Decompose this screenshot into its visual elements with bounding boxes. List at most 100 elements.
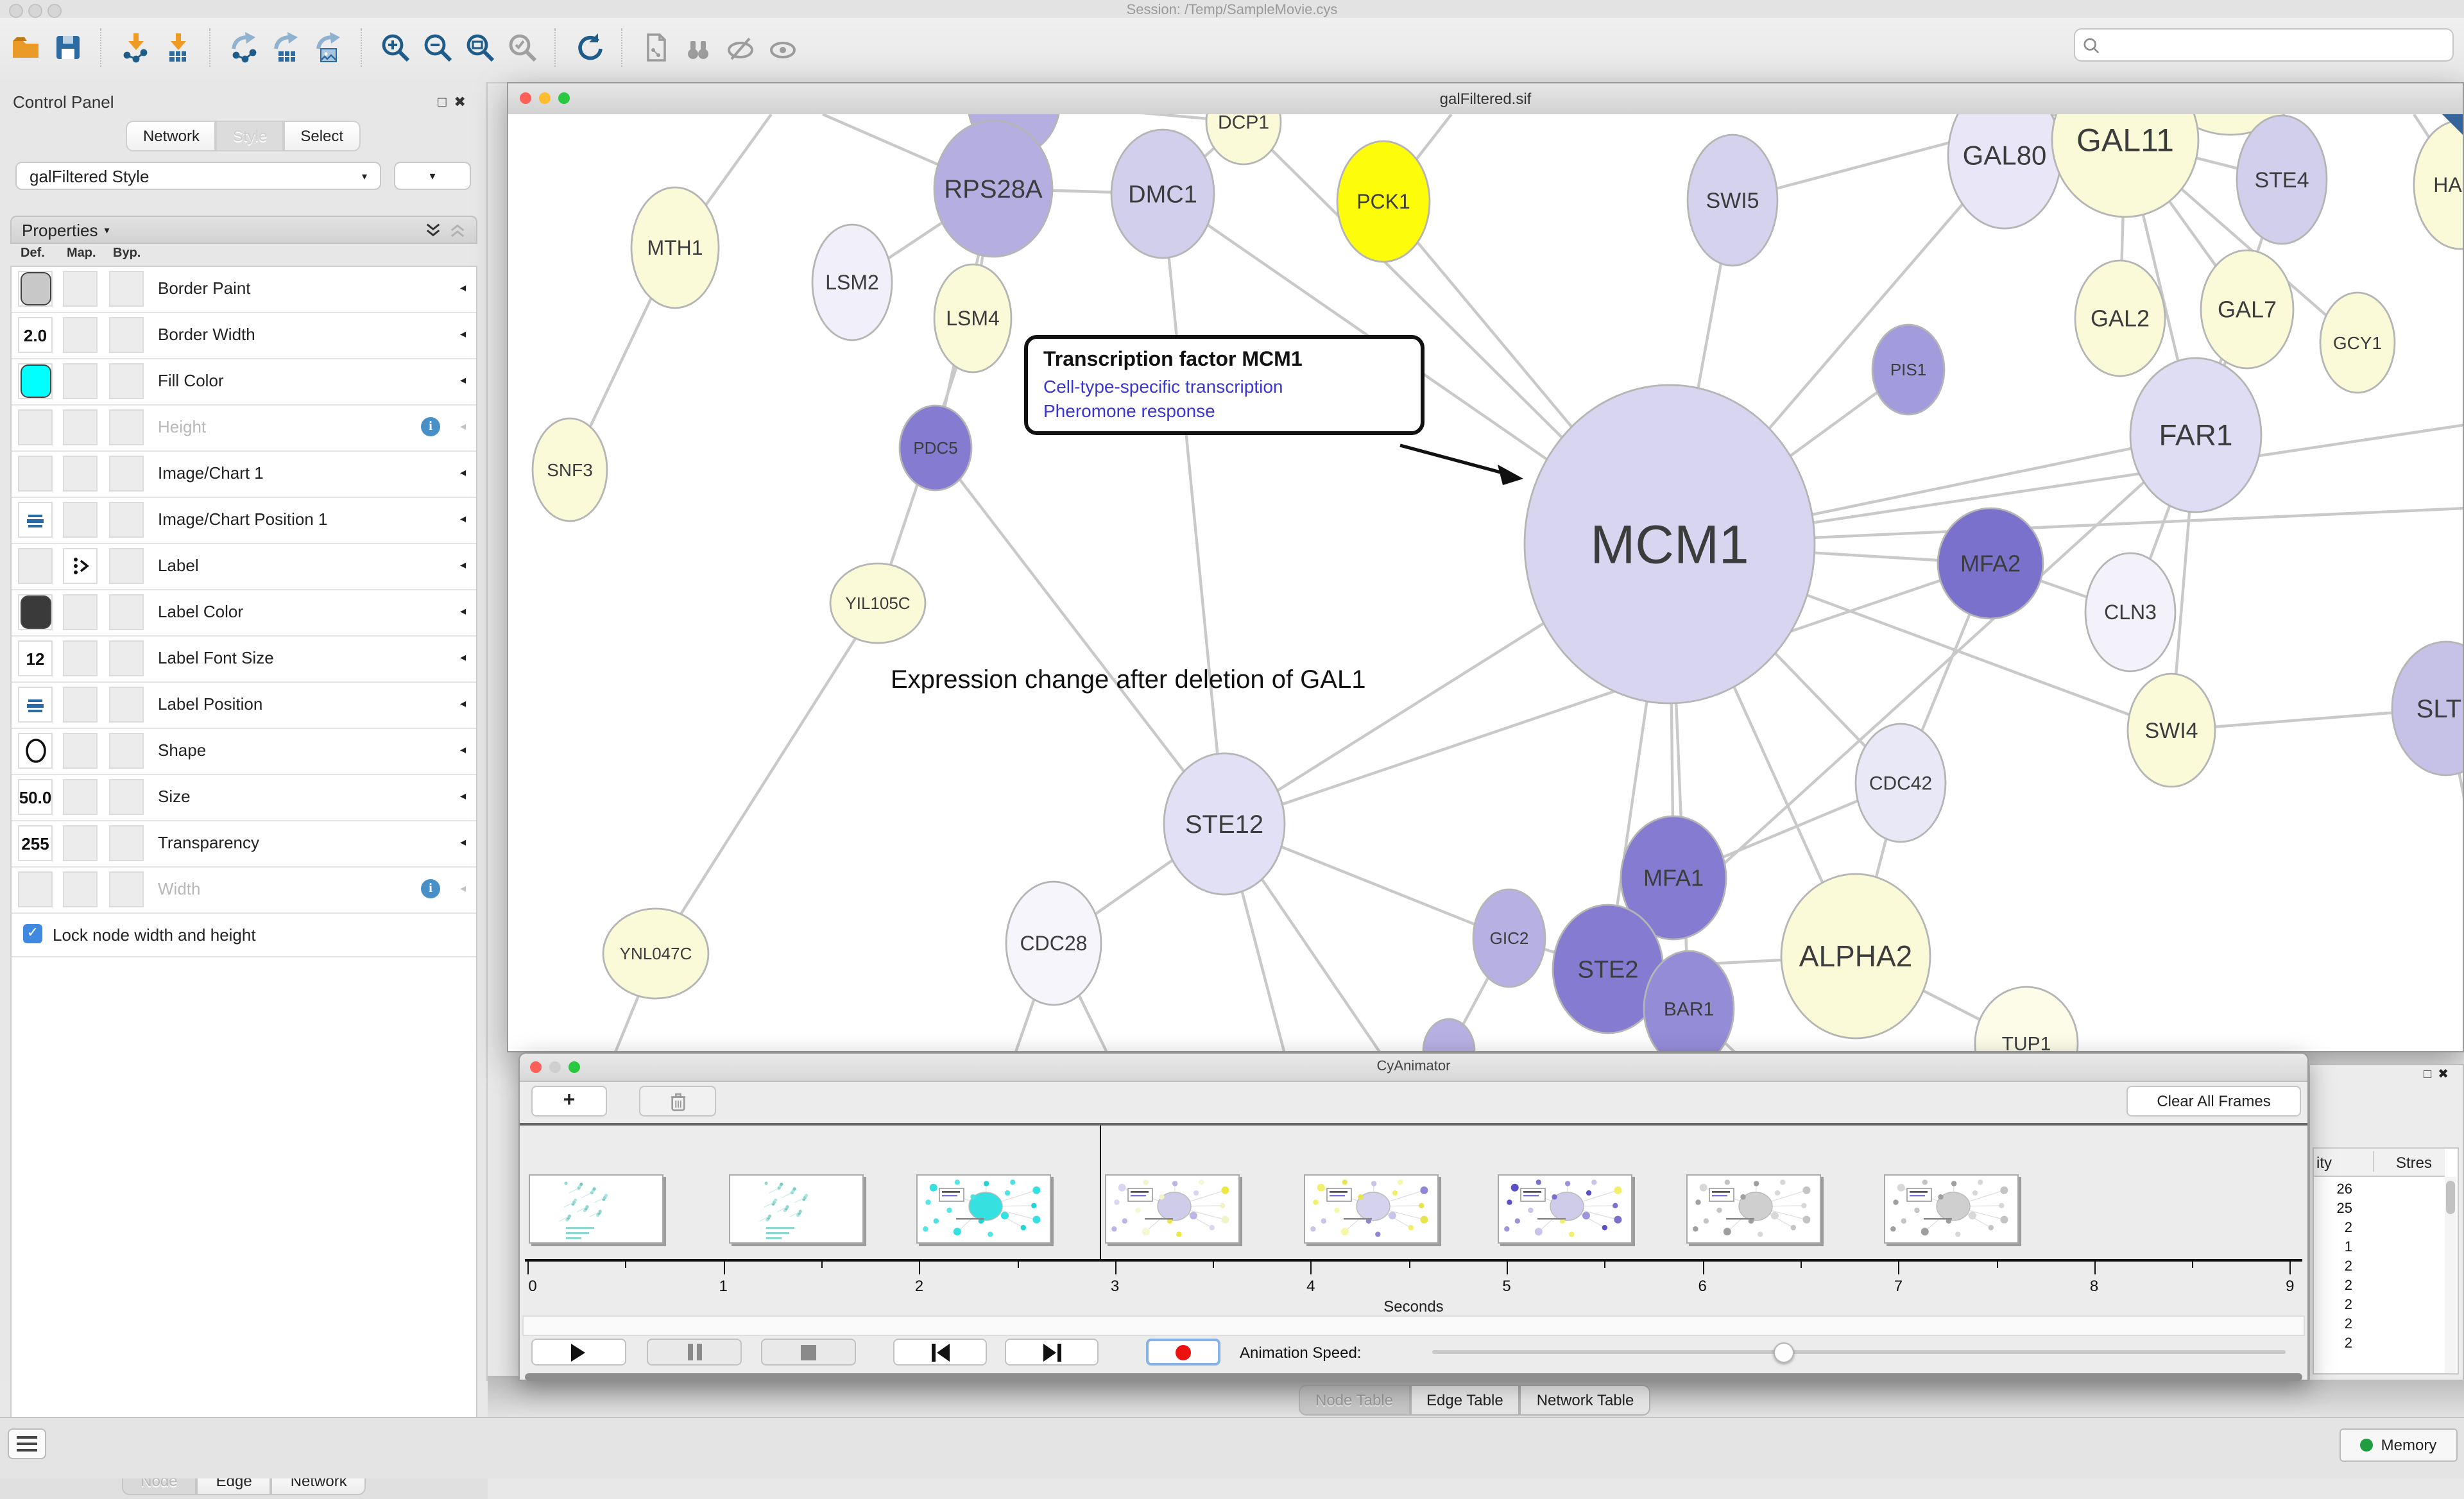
skip-to-end-button[interactable] (1005, 1339, 1099, 1366)
network-node-gal7[interactable]: GAL7 (2201, 250, 2293, 368)
network-node-gic2b[interactable] (1423, 1019, 1475, 1051)
tab-edge-table[interactable]: Edge Table (1410, 1385, 1520, 1416)
birdseye-toggle-icon[interactable] (2442, 114, 2463, 135)
play-button[interactable] (531, 1339, 626, 1366)
style-options-button[interactable]: ▾ (394, 162, 471, 190)
network-node-gal2[interactable]: GAL2 (2075, 261, 2165, 376)
pause-button[interactable] (647, 1339, 742, 1366)
network-node-far1[interactable]: FAR1 (2130, 358, 2261, 512)
default-value-cell[interactable] (18, 363, 53, 399)
bypass-cell[interactable] (109, 456, 144, 492)
network-node-swi4[interactable]: SWI4 (2128, 674, 2215, 787)
tab-style[interactable]: Style (216, 121, 284, 151)
tab-network[interactable]: Network (126, 121, 216, 151)
table-cell[interactable]: 25 (2337, 1201, 2353, 1217)
network-node-ste12[interactable]: STE12 (1164, 753, 1285, 895)
zoom-fit-icon[interactable] (465, 32, 495, 63)
info-icon[interactable]: i (421, 417, 440, 436)
panel-window-icons[interactable]: □✖ (2424, 1068, 2455, 1082)
timeline-frame-8[interactable] (1884, 1174, 2019, 1244)
mapping-cell[interactable] (63, 825, 98, 861)
default-value-cell[interactable]: 255 (18, 825, 53, 861)
expand-arrow-icon[interactable]: ◂ (460, 835, 466, 850)
bypass-cell[interactable] (109, 317, 144, 353)
table-cell[interactable]: 2 (2345, 1278, 2352, 1294)
default-value-cell[interactable] (18, 456, 53, 492)
expand-arrow-icon[interactable]: ◂ (460, 512, 466, 526)
open-folder-icon[interactable] (10, 32, 41, 63)
refresh-icon[interactable] (574, 32, 604, 63)
add-frame-button[interactable]: + (531, 1086, 607, 1117)
timeline-frame-5[interactable] (1304, 1174, 1439, 1244)
bypass-cell[interactable] (109, 640, 144, 676)
zoom-selected-icon[interactable] (507, 32, 538, 63)
table-cell[interactable]: 2 (2345, 1259, 2352, 1274)
network-node-swi5[interactable]: SWI5 (1688, 135, 1777, 266)
network-node-alpha2[interactable]: ALPHA2 (1781, 874, 1930, 1038)
bypass-cell[interactable] (109, 871, 144, 907)
mapping-cell[interactable] (63, 594, 98, 630)
memory-button[interactable]: Memory (2340, 1428, 2458, 1462)
property-row-transparency[interactable]: 255Transparency◂ (12, 821, 476, 868)
timeline-frame-7[interactable] (1686, 1174, 1821, 1244)
expand-arrow-icon[interactable]: ◂ (460, 789, 466, 803)
table-cell[interactable]: 1 (2345, 1240, 2352, 1255)
animation-speed-slider[interactable] (1432, 1350, 2286, 1354)
timeline-frame-1[interactable] (529, 1174, 663, 1244)
network-node-gic2[interactable]: GIC2 (1473, 889, 1545, 987)
mapping-cell[interactable] (63, 502, 98, 538)
table-cell[interactable]: 2 (2345, 1336, 2352, 1351)
network-node-mfa2[interactable]: MFA2 (1938, 508, 2043, 619)
table-cell[interactable]: 2 (2345, 1317, 2352, 1332)
timeline-frame-3[interactable] (916, 1174, 1051, 1244)
mapping-cell[interactable] (63, 733, 98, 769)
bypass-cell[interactable] (109, 733, 144, 769)
default-value-cell[interactable] (18, 733, 53, 769)
mapping-cell[interactable] (63, 640, 98, 676)
network-node-pis1[interactable]: PIS1 (1872, 325, 1944, 415)
import-table-icon[interactable] (162, 32, 193, 63)
search-network-icon[interactable] (683, 32, 714, 63)
property-row-size[interactable]: 50.0Size◂ (12, 775, 476, 821)
bypass-cell[interactable] (109, 687, 144, 723)
tab-select[interactable]: Select (284, 121, 360, 151)
property-row-image-chart-1[interactable]: Image/Chart 1◂ (12, 452, 476, 498)
search-input[interactable] (2105, 35, 2445, 55)
default-value-cell[interactable] (18, 271, 53, 307)
table-scrollbar[interactable] (2445, 1177, 2456, 1373)
default-value-cell[interactable]: 2.0 (18, 317, 53, 353)
table-column-header[interactable]: Stres (2396, 1154, 2432, 1172)
collapse-all-icon[interactable] (449, 221, 466, 238)
timeline-playhead[interactable] (1099, 1126, 1100, 1259)
stop-button[interactable] (761, 1339, 856, 1366)
table-cell[interactable]: 2 (2345, 1221, 2352, 1236)
mapping-cell[interactable] (63, 687, 98, 723)
network-node-dcp1[interactable]: DCP1 (1206, 114, 1281, 164)
slider-thumb[interactable] (1774, 1342, 1794, 1363)
network-node-ste4[interactable]: STE4 (2237, 116, 2327, 244)
expand-arrow-icon[interactable]: ◂ (460, 882, 466, 896)
network-node-lsm2[interactable]: LSM2 (812, 225, 892, 340)
annotation-link[interactable]: Pheromone response (1043, 400, 1405, 421)
cyanimator-scrollbar[interactable] (525, 1373, 2302, 1381)
expand-arrow-icon[interactable]: ◂ (460, 327, 466, 341)
network-node-pck1[interactable]: PCK1 (1337, 141, 1430, 262)
network-node-gal80[interactable]: GAL80 (1948, 114, 2061, 228)
delete-frame-button[interactable] (639, 1086, 716, 1117)
timeline-frame-6[interactable] (1498, 1174, 1632, 1244)
frames-timeline[interactable] (520, 1126, 2307, 1259)
clear-all-frames-button[interactable]: Clear All Frames (2126, 1086, 2301, 1117)
network-node-yil105c[interactable]: YIL105C (830, 563, 925, 643)
property-row-shape[interactable]: Shape◂ (12, 729, 476, 775)
mapping-cell[interactable] (63, 409, 98, 445)
bypass-cell[interactable] (109, 409, 144, 445)
bypass-cell[interactable] (109, 548, 144, 584)
bypass-cell[interactable] (109, 825, 144, 861)
bypass-cell[interactable] (109, 779, 144, 815)
save-icon[interactable] (53, 32, 83, 63)
property-row-image-chart-position-1[interactable]: Image/Chart Position 1◂ (12, 498, 476, 544)
default-value-cell[interactable] (18, 871, 53, 907)
property-row-label[interactable]: Label◂ (12, 544, 476, 590)
network-node-lsm4[interactable]: LSM4 (934, 264, 1011, 372)
default-value-cell[interactable] (18, 409, 53, 445)
